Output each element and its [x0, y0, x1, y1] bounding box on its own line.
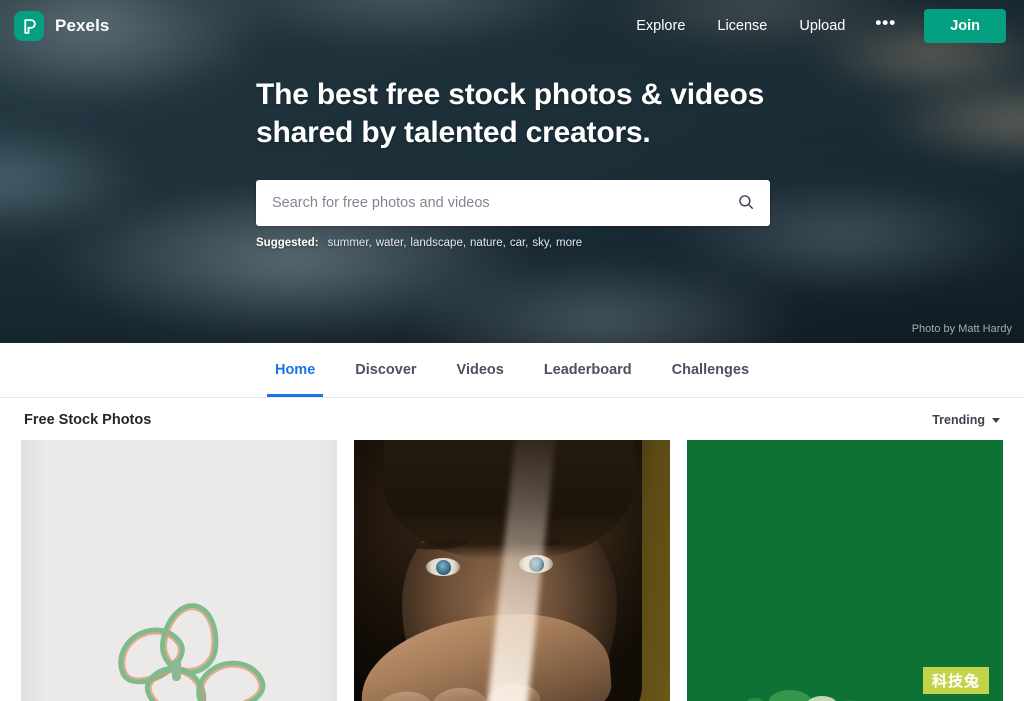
suggested-tag-car[interactable]: car,: [510, 237, 529, 249]
hero-headline-line-2: shared by talented creators.: [256, 116, 651, 149]
ribbon-bow-graphic: [106, 595, 279, 701]
section-header: Free Stock Photos Trending: [0, 398, 1024, 440]
foliage-leaf: [807, 696, 837, 701]
suggested-tags: Suggested: summer, water, landscape, nat…: [256, 237, 776, 249]
nav-link-upload[interactable]: Upload: [783, 10, 861, 42]
suggested-tag-water[interactable]: water,: [376, 237, 407, 249]
brand-logo-link[interactable]: Pexels: [14, 11, 109, 41]
hero-banner: Pexels Explore License Upload ••• Join T…: [0, 0, 1024, 343]
photo-tile-portrait[interactable]: [354, 440, 670, 701]
sort-dropdown-label: Trending: [932, 413, 985, 427]
photo-edge-shade-right: [315, 440, 337, 701]
tab-discover[interactable]: Discover: [335, 343, 436, 397]
search-icon: [737, 193, 755, 214]
more-horizontal-icon[interactable]: •••: [861, 13, 910, 39]
nav-link-license[interactable]: License: [701, 10, 783, 42]
suggested-tag-summer[interactable]: summer,: [328, 237, 372, 249]
portrait-finger: [377, 689, 434, 701]
hero-headline: The best free stock photos & videos shar…: [256, 76, 776, 152]
suggested-label: Suggested:: [256, 237, 319, 249]
sort-dropdown[interactable]: Trending: [932, 413, 1000, 427]
pexels-p-logo-icon: [14, 11, 44, 41]
tab-leaderboard[interactable]: Leaderboard: [524, 343, 652, 397]
photo-tile-ribbon-bow[interactable]: [21, 440, 337, 701]
site-watermark: 科技兔: [922, 667, 989, 694]
photo-grid: 科技兔: [0, 440, 1024, 701]
suggested-tag-sky[interactable]: sky,: [532, 237, 552, 249]
tab-challenges[interactable]: Challenges: [652, 343, 769, 397]
suggested-tag-more[interactable]: more: [556, 237, 582, 249]
search-submit-button[interactable]: [722, 180, 770, 226]
tab-home[interactable]: Home: [255, 343, 335, 397]
hero-content: The best free stock photos & videos shar…: [256, 76, 776, 249]
content-tab-bar: Home Discover Videos Leaderboard Challen…: [0, 343, 1024, 398]
hero-photo-credit: Photo by Matt Hardy: [911, 323, 1012, 335]
brand-name: Pexels: [55, 16, 110, 35]
hero-headline-line-1: The best free stock photos & videos: [256, 78, 765, 111]
nav-links-group: Explore License Upload ••• Join: [620, 9, 1006, 43]
join-button[interactable]: Join: [924, 9, 1006, 43]
suggested-tag-landscape[interactable]: landscape,: [410, 237, 466, 249]
portrait-iris-left: [436, 560, 451, 575]
portrait-finger: [431, 686, 488, 701]
tab-videos[interactable]: Videos: [437, 343, 524, 397]
photo-edge-shade-left: [21, 440, 46, 701]
search-input[interactable]: [256, 195, 722, 211]
foliage-leaf: [769, 690, 811, 701]
suggested-tag-nature[interactable]: nature,: [470, 237, 506, 249]
photo-tile-green[interactable]: 科技兔: [687, 440, 1003, 701]
bow-knot: [172, 659, 181, 681]
top-navigation-bar: Pexels Explore License Upload ••• Join: [0, 0, 1024, 52]
page-title: Free Stock Photos: [24, 412, 152, 428]
search-bar[interactable]: [256, 180, 770, 226]
chevron-down-icon: [992, 417, 1000, 423]
nav-link-explore[interactable]: Explore: [620, 10, 701, 42]
